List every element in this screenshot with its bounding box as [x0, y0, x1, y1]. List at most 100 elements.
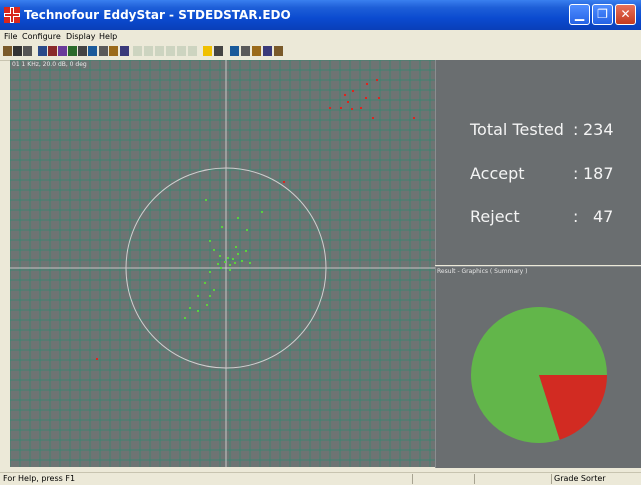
wave-icon[interactable] [274, 46, 283, 56]
cursor-icon[interactable] [203, 46, 212, 56]
reject-point [344, 94, 346, 96]
menu-configure[interactable]: Configure [22, 32, 61, 41]
accept-label: Accept [470, 164, 525, 183]
grid3-icon[interactable] [155, 46, 164, 56]
accept-point [213, 289, 215, 291]
reject-label: Reject [470, 207, 520, 226]
minimize-button[interactable]: ▁ [569, 4, 590, 25]
reject-point [366, 83, 368, 85]
accept-point [229, 264, 231, 266]
reject-point [96, 358, 98, 360]
total-tested-separator: : [573, 120, 579, 139]
accept-point [205, 199, 207, 201]
filter-icon[interactable] [252, 46, 261, 56]
close-icon: ✕ [620, 7, 631, 21]
summary-pie-chart [471, 307, 607, 443]
accept-point [227, 257, 229, 259]
accept-point [204, 282, 206, 284]
print-icon[interactable] [13, 46, 22, 56]
maximize-icon: ❐ [597, 7, 608, 21]
minimize-icon: ▁ [574, 7, 585, 21]
reject-point [351, 108, 353, 110]
grid2-icon[interactable] [144, 46, 153, 56]
accept-point [249, 262, 251, 264]
report-icon[interactable] [99, 46, 108, 56]
status-pane-1 [412, 474, 473, 484]
probe-icon[interactable] [38, 46, 47, 56]
close-button[interactable]: ✕ [615, 4, 636, 25]
impedance-plane-plot[interactable] [10, 60, 435, 467]
status-help-text: For Help, press F1 [3, 474, 76, 483]
scope-icon[interactable] [48, 46, 57, 56]
accept-point [221, 226, 223, 228]
accept-value: 187 [583, 164, 614, 183]
accept-point [219, 255, 221, 257]
total-tested-label: Total Tested [470, 120, 564, 139]
chart-icon[interactable] [58, 46, 67, 56]
app-icon[interactable] [4, 7, 20, 23]
accept-point [235, 246, 237, 248]
display-icon[interactable] [214, 46, 223, 56]
accept-point [197, 295, 199, 297]
accept-point [232, 258, 234, 260]
reject-point [329, 107, 331, 109]
pen-icon[interactable] [230, 46, 239, 56]
accept-separator: : [573, 164, 579, 183]
menu-display[interactable]: Display [66, 32, 96, 41]
accept-point [206, 304, 208, 306]
reject-point [283, 181, 285, 183]
accept-point [220, 267, 222, 269]
plot-settings-label: 01 1 KHz, 20.0 dB, 0 deg [12, 61, 87, 68]
toolbar [0, 44, 641, 61]
accept-point [197, 310, 199, 312]
accept-point [209, 295, 211, 297]
reject-point [352, 90, 354, 92]
reject-point [372, 117, 374, 119]
accept-point [184, 317, 186, 319]
status-pane-2 [474, 474, 550, 484]
settings-icon[interactable] [78, 46, 87, 56]
status-bar: For Help, press F1 Grade Sorter [0, 472, 641, 485]
accept-point [237, 253, 239, 255]
total-tested-value: 234 [583, 120, 614, 139]
reject-point [378, 97, 380, 99]
open-icon[interactable] [3, 46, 12, 56]
menu-help[interactable]: Help [99, 32, 117, 41]
balance-icon[interactable] [241, 46, 250, 56]
maximize-button[interactable]: ❐ [592, 4, 613, 25]
tools-icon[interactable] [109, 46, 118, 56]
menu-file[interactable]: File [4, 32, 17, 41]
accept-point [261, 211, 263, 213]
accept-point [237, 217, 239, 219]
accept-point [224, 261, 226, 263]
accept-point [217, 263, 219, 265]
reject-point [413, 117, 415, 119]
reject-point [340, 107, 342, 109]
grid4-icon[interactable] [166, 46, 175, 56]
table-icon[interactable] [88, 46, 97, 56]
grid1-icon[interactable] [133, 46, 142, 56]
grid5-icon[interactable] [177, 46, 186, 56]
accept-point [189, 307, 191, 309]
reject-point [365, 97, 367, 99]
plot-background [10, 60, 435, 467]
link-icon[interactable] [120, 46, 129, 56]
reject-value: 47 [593, 207, 614, 226]
window-title: Technofour EddyStar - STDEDSTAR.EDO [24, 8, 291, 22]
reject-point [347, 101, 349, 103]
status-mode-text: Grade Sorter [554, 474, 606, 483]
reject-separator: : [573, 207, 579, 226]
accept-point [209, 271, 211, 273]
fork-icon[interactable] [68, 46, 77, 56]
accept-point [246, 229, 248, 231]
reject-point [360, 107, 362, 109]
accept-point [229, 269, 231, 271]
accept-point [241, 260, 243, 262]
accept-point [234, 262, 236, 264]
speaker-icon[interactable] [263, 46, 272, 56]
summary-panel: Result - Graphics ( Summary ) [435, 266, 641, 468]
grid6-icon[interactable] [188, 46, 197, 56]
status-pane-mode: Grade Sorter [551, 474, 640, 484]
print-setup-icon[interactable] [23, 46, 32, 56]
reject-point [376, 79, 378, 81]
